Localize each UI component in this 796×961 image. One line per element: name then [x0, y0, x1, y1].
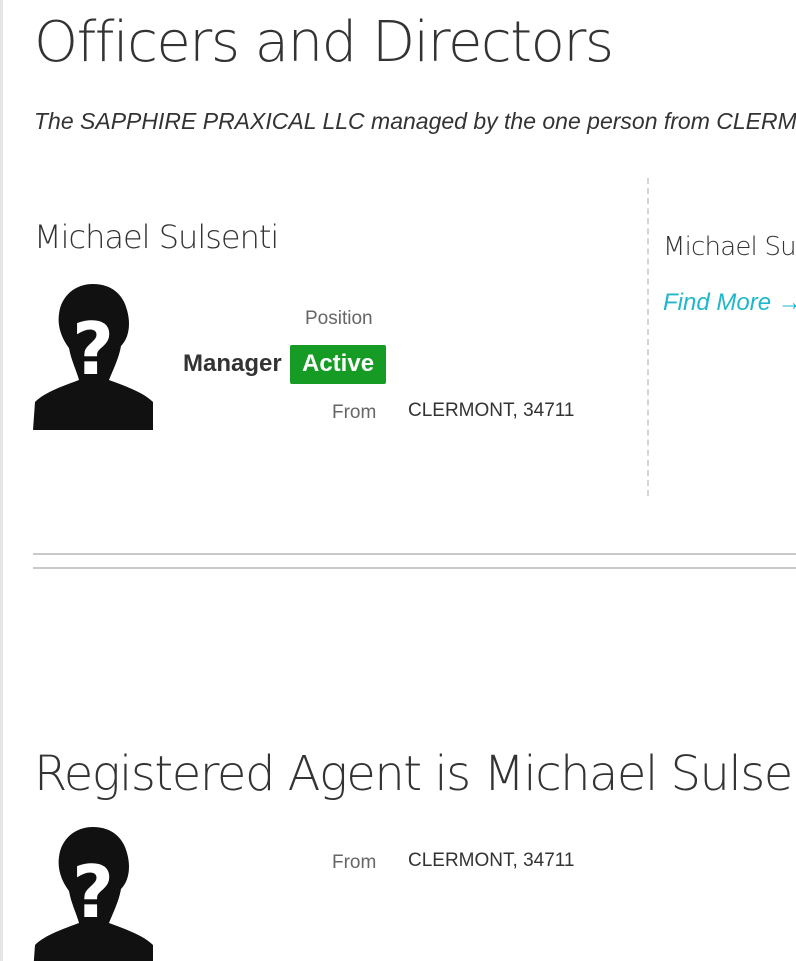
unknown-person-icon: ? — [33, 827, 153, 961]
from-value: CLERMONT, 34711 — [408, 400, 575, 421]
status-badge: Active — [290, 345, 387, 384]
left-border — [0, 0, 3, 961]
svg-text:?: ? — [72, 850, 114, 934]
from-label: From — [332, 402, 377, 423]
agent-from-value: CLERMONT, 34711 — [408, 850, 575, 871]
unknown-person-icon: ? — [33, 284, 153, 430]
officer-role: Manager — [183, 350, 282, 377]
find-more-link[interactable]: Find More → — [663, 289, 796, 317]
agent-title: Registered Agent is Michael Sulsenti — [34, 746, 796, 802]
svg-text:?: ? — [72, 307, 114, 391]
page: Officers and Directors The SAPPHIRE PRAX… — [0, 0, 796, 961]
position-label: Position — [305, 308, 373, 329]
section-divider — [33, 567, 796, 569]
officer-name: Michael Sulsenti — [34, 218, 279, 256]
officers-title: Officers and Directors — [34, 10, 614, 75]
agent-from-label: From — [332, 852, 377, 873]
column-divider — [647, 178, 649, 496]
section-divider — [33, 553, 796, 555]
related-person-name: Michael Sulsenti — [663, 232, 796, 262]
officers-subtitle: The SAPPHIRE PRAXICAL LLC managed by the… — [34, 108, 796, 134]
